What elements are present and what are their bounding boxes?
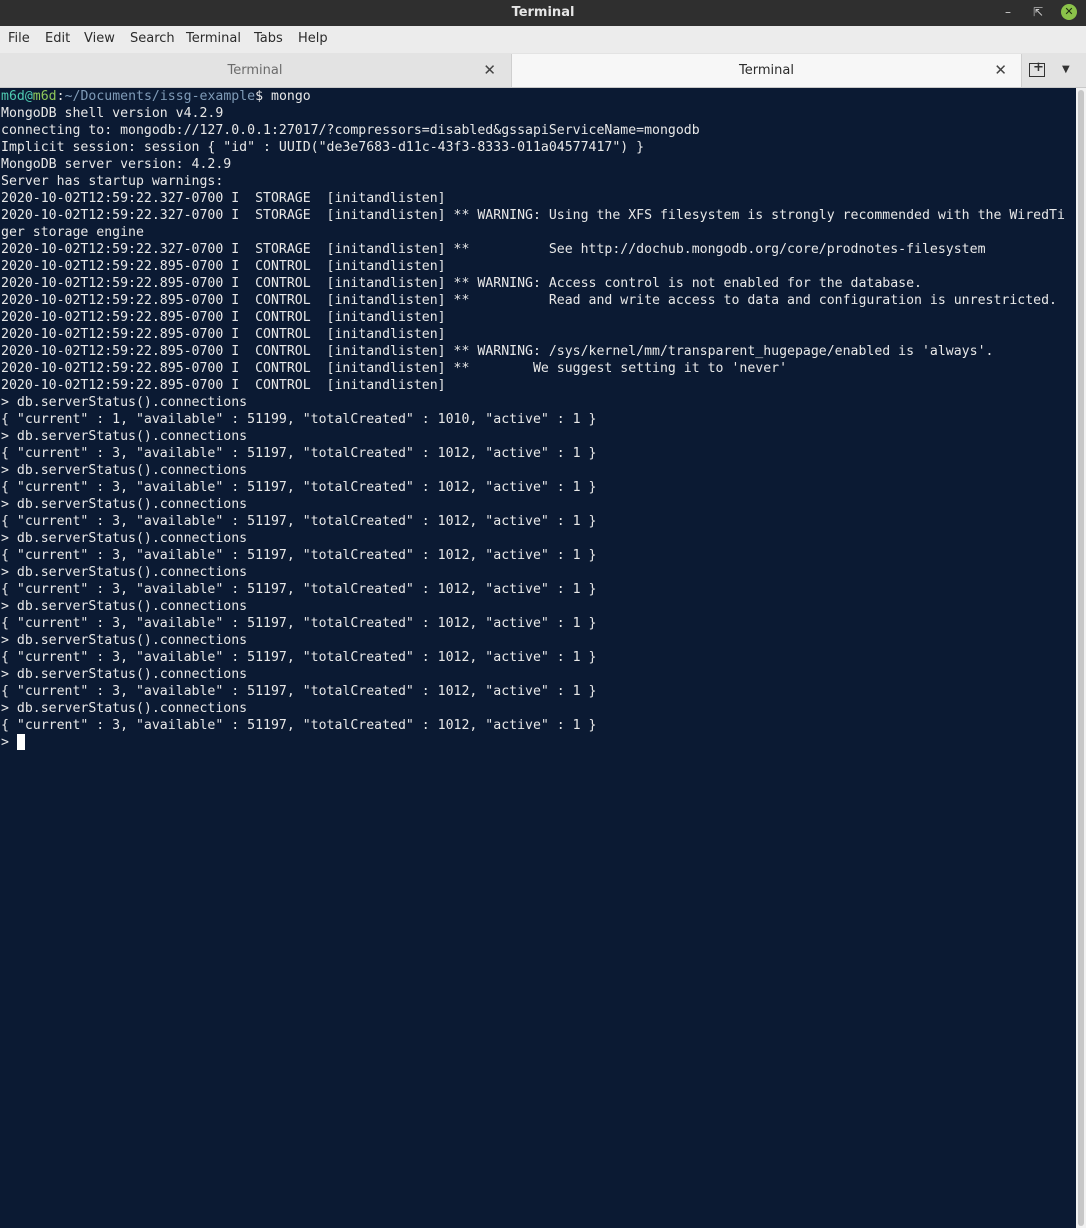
terminal-output[interactable]: m6d@m6d:~/Documents/issg-example$ mongo … xyxy=(0,88,1076,1228)
new-tab-icon[interactable]: + xyxy=(1029,60,1045,77)
output-line: 2020-10-02T12:59:22.895-0700 I CONTROL [… xyxy=(1,276,922,291)
output-line: { "current" : 3, "available" : 51197, "t… xyxy=(1,684,597,699)
tab-terminal-1[interactable]: Terminal ✕ xyxy=(0,54,510,87)
menu-edit[interactable]: Edit xyxy=(45,31,70,46)
output-line: > db.serverStatus().connections xyxy=(1,633,248,648)
output-line: 2020-10-02T12:59:22.895-0700 I CONTROL [… xyxy=(1,361,788,376)
output-line: { "current" : 3, "available" : 51197, "t… xyxy=(1,548,597,563)
prompt-line: m6d@m6d:~/Documents/issg-example$ mongo xyxy=(1,88,311,105)
tab-bar: Terminal ✕ Terminal ✕ xyxy=(0,53,1086,88)
output-line: 2020-10-02T12:59:22.327-0700 I STORAGE [… xyxy=(1,191,446,206)
output-line: { "current" : 3, "available" : 51197, "t… xyxy=(1,446,597,461)
output-line: { "current" : 3, "available" : 51197, "t… xyxy=(1,718,597,733)
text-cursor xyxy=(17,734,25,750)
tab-label: Terminal xyxy=(227,63,283,78)
prompt-command: mongo xyxy=(271,89,311,104)
output-line: { "current" : 1, "available" : 51199, "t… xyxy=(1,412,597,427)
output-line: Server has startup warnings: xyxy=(1,174,224,189)
output-line: 2020-10-02T12:59:22.895-0700 I CONTROL [… xyxy=(1,310,446,325)
output-line: 2020-10-02T12:59:22.895-0700 I CONTROL [… xyxy=(1,378,446,393)
output-line: > db.serverStatus().connections xyxy=(1,497,248,512)
close-window-icon[interactable]: ✕ xyxy=(1061,4,1077,20)
output-line: { "current" : 3, "available" : 51197, "t… xyxy=(1,480,597,495)
menu-search[interactable]: Search xyxy=(130,31,175,46)
prompt-separator: : xyxy=(56,89,65,104)
output-line: Implicit session: session { "id" : UUID(… xyxy=(1,140,645,155)
title-bar: Terminal – ⇱ ✕ xyxy=(0,0,1086,26)
minimize-icon[interactable]: – xyxy=(1000,4,1016,20)
output-line: 2020-10-02T12:59:22.327-0700 I STORAGE [… xyxy=(1,208,1065,223)
output-line: > db.serverStatus().connections xyxy=(1,565,248,580)
output-line: 2020-10-02T12:59:22.895-0700 I CONTROL [… xyxy=(1,327,446,342)
output-line: > db.serverStatus().connections xyxy=(1,429,248,444)
menu-file[interactable]: File xyxy=(8,31,30,46)
output-line: > db.serverStatus().connections xyxy=(1,531,248,546)
menu-tabs[interactable]: Tabs xyxy=(254,31,283,46)
output-line: connecting to: mongodb://127.0.0.1:27017… xyxy=(1,123,700,138)
output-line: > db.serverStatus().connections xyxy=(1,395,248,410)
output-line: > db.serverStatus().connections xyxy=(1,701,248,716)
tabs-dropdown-icon[interactable]: ▼ xyxy=(1062,64,1070,75)
scrollbar[interactable] xyxy=(1076,88,1086,1228)
menu-view[interactable]: View xyxy=(84,31,115,46)
output-line: MongoDB server version: 4.2.9 xyxy=(1,157,232,172)
output-line: > db.serverStatus().connections xyxy=(1,463,248,478)
prompt-at: @ xyxy=(24,89,33,104)
scrollbar-thumb[interactable] xyxy=(1078,90,1084,1226)
close-tab-icon[interactable]: ✕ xyxy=(483,61,496,79)
output-line: 2020-10-02T12:59:22.895-0700 I CONTROL [… xyxy=(1,344,994,359)
prompt-user: m6d xyxy=(1,89,25,104)
output-line: { "current" : 3, "available" : 51197, "t… xyxy=(1,650,597,665)
menu-bar: File Edit View Search Terminal Tabs Help xyxy=(0,26,1086,53)
output-line: { "current" : 3, "available" : 51197, "t… xyxy=(1,582,597,597)
menu-terminal[interactable]: Terminal xyxy=(186,31,241,46)
output-line: { "current" : 3, "available" : 51197, "t… xyxy=(1,616,597,631)
maximize-icon[interactable]: ⇱ xyxy=(1030,4,1046,20)
window-title: Terminal xyxy=(511,5,575,20)
output-line: 2020-10-02T12:59:22.327-0700 I STORAGE [… xyxy=(1,242,986,257)
output-line: 2020-10-02T12:59:22.895-0700 I CONTROL [… xyxy=(1,293,1057,308)
output-line: ger storage engine xyxy=(1,225,144,240)
output-line: { "current" : 3, "available" : 51197, "t… xyxy=(1,514,597,529)
prompt-host: m6d xyxy=(32,89,57,104)
menu-help[interactable]: Help xyxy=(298,31,328,46)
output-line: > db.serverStatus().connections xyxy=(1,599,248,614)
output-line: > db.serverStatus().connections xyxy=(1,667,248,682)
prompt-path: ~/Documents/issg-example xyxy=(64,89,256,104)
prompt-symbol: $ xyxy=(255,89,272,104)
tab-label: Terminal xyxy=(739,63,794,78)
tab-terminal-2[interactable]: Terminal ✕ xyxy=(511,54,1022,87)
input-prompt-line: > xyxy=(1,735,17,750)
output-line: MongoDB shell version v4.2.9 xyxy=(1,106,224,121)
close-tab-icon[interactable]: ✕ xyxy=(994,61,1007,79)
output-line: 2020-10-02T12:59:22.895-0700 I CONTROL [… xyxy=(1,259,446,274)
